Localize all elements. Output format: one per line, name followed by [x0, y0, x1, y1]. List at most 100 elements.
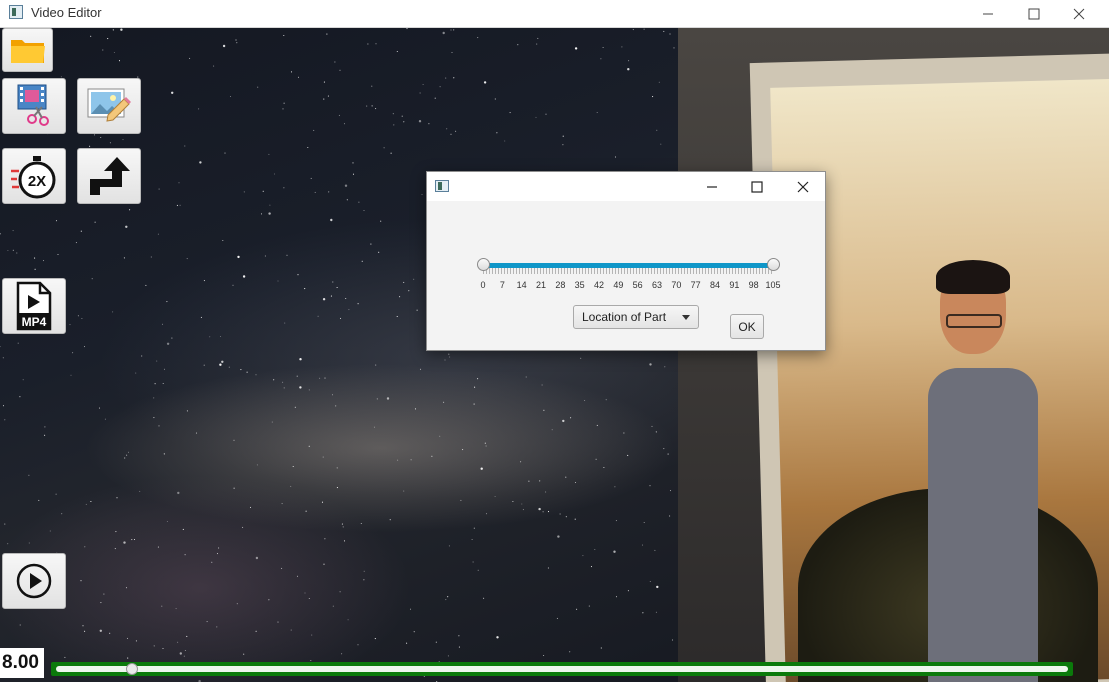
range-dialog: 0 7 14 21 28 35 42 49 56 63 70 77 84 91 98 105 Location…	[426, 171, 826, 351]
star	[256, 464, 258, 466]
star	[75, 242, 77, 244]
star	[600, 647, 602, 649]
maximize-button[interactable]	[1011, 0, 1057, 27]
star	[28, 474, 30, 476]
star	[600, 58, 602, 60]
export-mp4-button[interactable]: MP4	[2, 278, 66, 334]
cut-video-button[interactable]	[2, 78, 66, 134]
range-slider-low-thumb[interactable]	[477, 258, 490, 271]
star	[242, 526, 244, 528]
star	[358, 201, 360, 203]
star	[57, 253, 59, 256]
tick-label: 77	[690, 280, 701, 290]
star	[557, 535, 560, 538]
star	[166, 520, 168, 523]
star	[282, 381, 284, 383]
star	[627, 590, 629, 592]
star	[390, 152, 392, 154]
star	[162, 382, 164, 385]
star	[153, 645, 155, 647]
star	[294, 406, 296, 408]
minimize-icon	[983, 13, 993, 14]
star	[125, 587, 128, 589]
star	[453, 29, 455, 31]
star	[551, 429, 553, 431]
star	[419, 368, 422, 370]
star	[623, 432, 625, 434]
range-slider-high-thumb[interactable]	[767, 258, 780, 271]
person-hair	[936, 260, 1010, 294]
star	[163, 453, 165, 455]
star	[189, 57, 191, 59]
star	[339, 69, 341, 71]
timeline-thumb[interactable]	[125, 663, 138, 675]
star	[269, 204, 271, 206]
star	[594, 548, 596, 551]
star	[171, 91, 174, 94]
star	[177, 641, 179, 643]
star	[126, 454, 128, 456]
star	[268, 599, 270, 601]
star	[595, 458, 597, 460]
ok-button[interactable]: OK	[730, 314, 764, 339]
star	[102, 49, 104, 51]
dialog-title-bar	[427, 172, 825, 201]
star	[442, 31, 445, 35]
star	[177, 491, 180, 495]
open-file-button[interactable]	[2, 28, 53, 72]
star	[277, 280, 279, 282]
star	[574, 47, 578, 50]
star	[308, 389, 310, 391]
star	[216, 553, 219, 555]
star	[126, 637, 129, 639]
star	[2, 405, 5, 407]
star	[363, 570, 365, 572]
dialog-minimize-button[interactable]	[690, 172, 734, 201]
star	[281, 567, 283, 569]
star	[313, 129, 315, 131]
dialog-maximize-button[interactable]	[735, 172, 779, 201]
star	[334, 61, 336, 63]
star	[55, 220, 58, 222]
star	[588, 605, 590, 607]
close-button[interactable]	[1056, 0, 1102, 27]
star	[327, 95, 329, 97]
time-display: 8.00	[0, 648, 44, 678]
star	[428, 123, 430, 125]
star	[19, 624, 21, 626]
play-button[interactable]	[2, 553, 66, 609]
star	[627, 68, 630, 71]
star	[562, 135, 564, 137]
star	[222, 44, 226, 48]
tick-label: 42	[593, 280, 605, 290]
star	[307, 146, 309, 149]
star	[243, 191, 245, 193]
swap-button[interactable]	[77, 148, 141, 204]
star	[447, 596, 449, 598]
star	[296, 575, 299, 577]
star	[112, 311, 114, 313]
star	[330, 295, 332, 297]
star	[345, 297, 347, 300]
star	[328, 191, 330, 193]
star	[357, 644, 359, 646]
star	[596, 111, 598, 114]
edit-image-button[interactable]	[77, 78, 141, 134]
star	[663, 30, 665, 32]
minimize-button[interactable]	[965, 0, 1011, 27]
speed-button[interactable]: 2X	[2, 148, 66, 204]
stopwatch-2x-icon: 2X	[11, 156, 56, 199]
star	[471, 538, 473, 541]
star	[161, 605, 163, 607]
tick-label: 63	[651, 280, 663, 290]
star	[281, 503, 283, 505]
star	[237, 255, 240, 259]
star	[284, 322, 286, 324]
dialog-close-button[interactable]	[781, 172, 825, 201]
star	[343, 123, 346, 125]
star	[410, 459, 412, 461]
film-scissors-icon	[17, 84, 49, 126]
star	[655, 431, 657, 433]
location-select[interactable]: Location of Part	[573, 305, 699, 329]
star	[423, 675, 425, 677]
